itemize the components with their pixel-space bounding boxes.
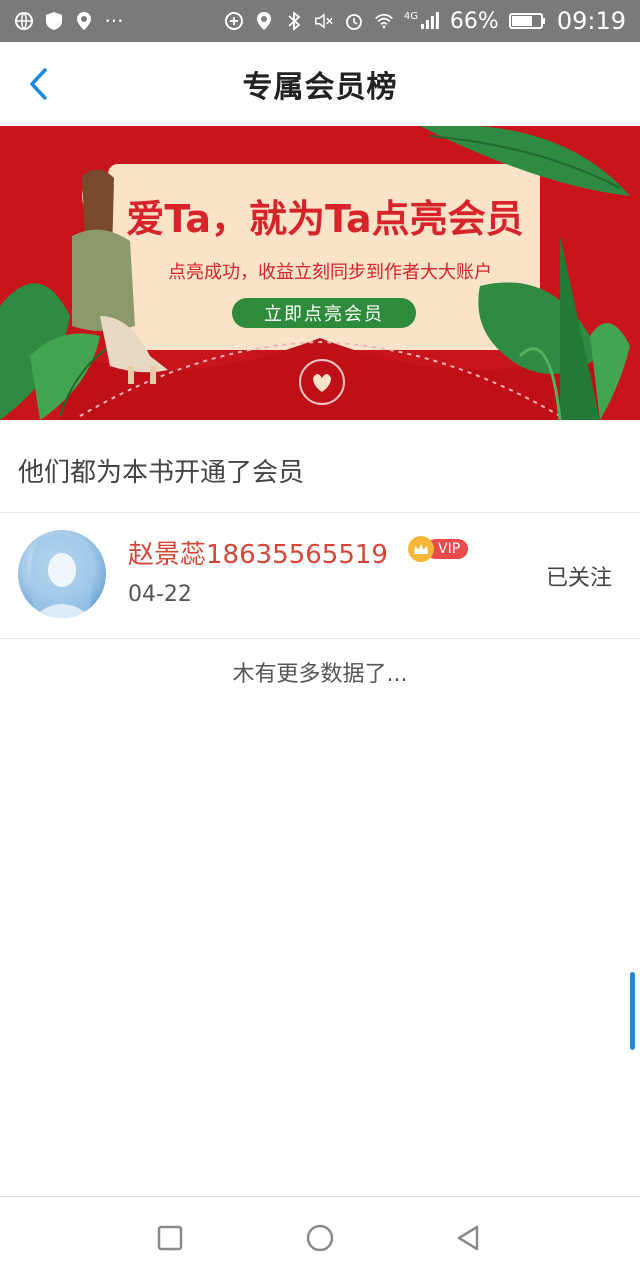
back-triangle-icon [457,1225,479,1251]
location-icon [74,11,94,31]
back-nav-button[interactable] [451,1221,485,1255]
wifi-icon [374,11,394,31]
member-list-item[interactable]: 赵景蕊18635565519 VIP 04-22 已关注 [0,512,640,638]
status-left: ··· [14,9,124,33]
member-name[interactable]: 赵景蕊18635565519 [128,534,388,571]
avatar-image [30,533,93,618]
scrollbar[interactable] [630,972,635,1050]
mute-icon [314,11,334,31]
avatar[interactable] [18,530,106,618]
banner-headline: 爱Ta，就为Ta点亮会员 [126,197,524,241]
globe-icon [14,11,34,31]
status-right: 4G 66% 09:19 [224,7,626,35]
bluetooth-icon [284,11,304,31]
chevron-left-icon [30,68,47,100]
follow-status-button[interactable]: 已关注 [546,560,612,592]
back-button[interactable] [18,64,58,104]
more-dots-icon: ··· [104,9,124,33]
member-date: 04-22 [128,582,192,607]
promo-banner[interactable]: 爱Ta，就为Ta点亮会员 点亮成功，收益立刻同步到作者大大账户 立即点亮会员 [0,126,640,420]
signal-4g-icon: 4G [404,11,440,31]
divider [0,638,640,639]
recent-apps-button[interactable] [153,1221,187,1255]
crown-icon [408,536,434,562]
no-more-data-text: 木有更多数据了... [232,662,408,687]
battery-icon [508,11,547,31]
battery-percent: 66% [449,8,499,34]
banner-subtitle: 点亮成功，收益立刻同步到作者大大账户 [168,262,492,283]
status-bar: ··· 4G 66% 09:19 [0,0,640,42]
location-icon [254,11,274,31]
network-label: 4G [403,11,419,22]
section-title: 他们都为本书开通了会员 [18,458,305,488]
shield-icon [44,11,64,31]
data-saver-icon [224,11,244,31]
light-up-member-button[interactable]: 立即点亮会员 [232,298,416,328]
home-button[interactable] [303,1221,337,1255]
alarm-icon [344,11,364,31]
system-nav-bar [0,1196,640,1281]
clock: 09:19 [556,7,626,35]
vip-badge: VIP [408,536,469,562]
recent-apps-icon [157,1225,183,1251]
page-header: 专属会员榜 [0,42,640,127]
page-title: 专属会员榜 [242,70,398,105]
home-icon [306,1224,334,1252]
